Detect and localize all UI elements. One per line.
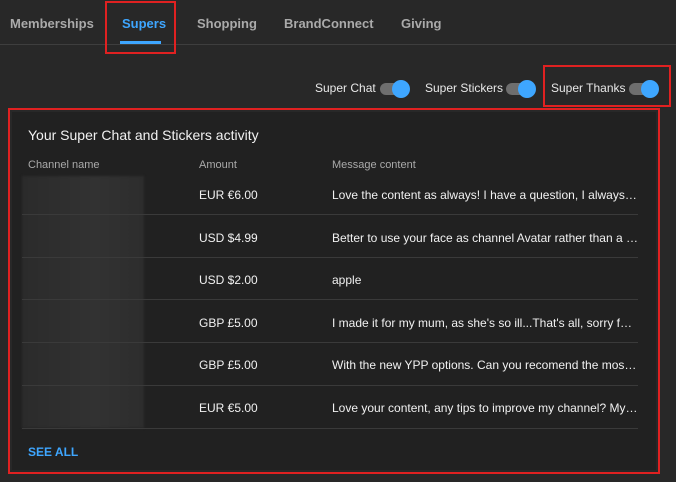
- highlight-activity-card: [8, 108, 660, 474]
- highlight-supers-tab: [105, 1, 176, 54]
- super-chat-label: Super Chat: [315, 81, 376, 95]
- tab-shopping[interactable]: Shopping: [197, 16, 257, 31]
- super-stickers-toggle[interactable]: [506, 80, 536, 98]
- tab-memberships[interactable]: Memberships: [10, 16, 94, 31]
- tab-giving[interactable]: Giving: [401, 16, 441, 31]
- highlight-super-thanks: [543, 65, 671, 107]
- super-stickers-label: Super Stickers: [425, 81, 504, 95]
- tab-brandconnect[interactable]: BrandConnect: [284, 16, 374, 31]
- tab-bar: Memberships Supers Shopping BrandConnect…: [0, 0, 676, 45]
- super-chat-toggle[interactable]: [380, 80, 410, 98]
